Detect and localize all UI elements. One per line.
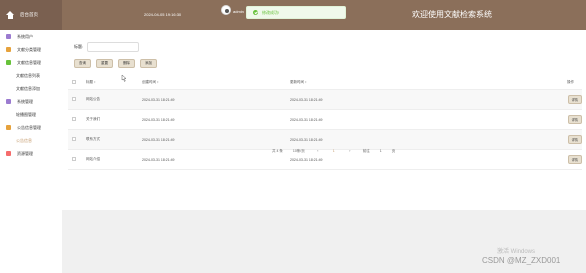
col-op: 操作 <box>567 80 574 84</box>
cell-title: 联系方式 <box>86 137 100 141</box>
pagination: 共 4 条 10条/页 ‹ 1 › 前往 1 页 <box>272 148 395 154</box>
cell-updated: 2024-03-31 18:21:49 <box>290 97 323 102</box>
cell-updated: 2024-03-31 18:21:49 <box>290 157 323 162</box>
table-header: 标题 ↕ 创建时间 ↕ 更新时间 ↕ 操作 <box>68 76 582 90</box>
row-checkbox[interactable] <box>72 137 76 141</box>
brand-label: 后台首页 <box>20 12 38 17</box>
sidebar-item-system[interactable]: 系统管理 <box>0 95 62 108</box>
cell-created: 2024-03-31 18:21:49 <box>142 117 175 122</box>
check-circle-icon <box>253 10 258 15</box>
home-link[interactable]: 后台首页 <box>0 0 62 30</box>
page-1-button[interactable]: 1 <box>331 148 337 154</box>
next-page-button[interactable]: › <box>347 148 353 154</box>
sidebar-item-literature-list[interactable]: 文献信息列表 <box>0 69 62 82</box>
detail-button[interactable]: 详情 <box>567 155 582 164</box>
row-checkbox[interactable] <box>72 117 76 121</box>
detail-button[interactable]: 详情 <box>567 95 582 104</box>
col-updated[interactable]: 更新时间 ↕ <box>290 80 499 85</box>
cell-title: 网站公告 <box>86 97 100 101</box>
action-buttons: 查询 重置 删除 添加 <box>74 59 157 68</box>
cell-updated: 2024-03-31 18:21:49 <box>290 117 323 122</box>
sidebar-item-carousel[interactable]: 轮播图管理 <box>0 108 62 121</box>
reset-button[interactable]: 重置 <box>96 59 113 68</box>
header-username[interactable]: admin <box>233 9 244 14</box>
col-title[interactable]: 标题 ↕ <box>86 80 142 85</box>
bell-icon <box>6 125 11 130</box>
csdn-watermark: CSDN @MZ_ZXD001 <box>482 256 561 265</box>
book-icon <box>6 47 11 52</box>
detail-button[interactable]: 详情 <box>567 135 582 144</box>
goto-input[interactable]: 1 <box>380 149 382 153</box>
windows-watermark: 激活 Windows <box>497 249 536 255</box>
cell-created: 2024-03-31 18:21:49 <box>142 157 175 162</box>
row-checkbox[interactable] <box>72 97 76 101</box>
home-icon <box>6 11 14 19</box>
delete-button[interactable]: 删除 <box>118 59 135 68</box>
sidebar-item-literature-add[interactable]: 文献信息添加 <box>0 82 62 95</box>
sidebar: 系统用户 文献分类管理 文献信息管理 文献信息列表 文献信息添加 系统管理 轮播… <box>0 30 62 273</box>
add-button[interactable]: 添加 <box>140 59 157 68</box>
success-toast: 修改成功! <box>246 6 346 19</box>
table-row: 联系方式 2024-03-31 18:21:49 2024-03-31 18:2… <box>68 130 582 150</box>
search-row: 标题: <box>74 42 140 52</box>
table-row: 关于我们 2024-03-31 18:21:49 2024-03-31 18:2… <box>68 110 582 130</box>
sidebar-item-category[interactable]: 文献分类管理 <box>0 43 62 56</box>
gear-icon <box>6 99 11 104</box>
page-size-select[interactable]: 10条/页 <box>293 149 305 154</box>
notice-table: 标题 ↕ 创建时间 ↕ 更新时间 ↕ 操作 网站公告 2024-03-31 18… <box>68 76 582 170</box>
sidebar-item-resources[interactable]: 资源管理 <box>0 147 62 160</box>
sidebar-item-notice-mgmt[interactable]: 公告信息管理 <box>0 121 62 134</box>
main-panel: 标题: 查询 重置 删除 添加 标题 ↕ 创建时间 ↕ 更新时间 ↕ 操作 网站… <box>62 30 586 210</box>
search-label: 标题: <box>74 44 84 49</box>
cell-created: 2024-03-31 18:21:49 <box>142 137 175 142</box>
system-title: 欢迎使用文献检索系统 <box>412 10 492 19</box>
doc-icon <box>6 60 11 65</box>
cell-updated: 2024-03-31 18:21:49 <box>290 137 323 142</box>
select-all-checkbox[interactable] <box>72 80 76 84</box>
prev-page-button[interactable]: ‹ <box>315 148 321 154</box>
cell-created: 2024-03-31 18:21:49 <box>142 97 175 102</box>
page-suffix: 页 <box>391 148 396 153</box>
col-created[interactable]: 创建时间 ↕ <box>142 80 290 85</box>
user-avatar[interactable] <box>221 5 231 15</box>
sidebar-item-notice[interactable]: 公告信息 <box>0 134 62 147</box>
sidebar-item-literature[interactable]: 文献信息管理 <box>0 56 62 69</box>
detail-button[interactable]: 详情 <box>567 115 582 124</box>
row-checkbox[interactable] <box>72 157 76 161</box>
cell-title: 关于我们 <box>86 117 100 121</box>
user-icon <box>6 34 11 39</box>
cell-title: 网站介绍 <box>86 157 100 161</box>
toast-message: 修改成功! <box>262 9 280 15</box>
header-datetime: 2024-04-05 19:16:30 <box>144 12 182 17</box>
query-button[interactable]: 查询 <box>74 59 91 68</box>
goto-label: 前往 <box>362 148 370 153</box>
sidebar-item-system-users[interactable]: 系统用户 <box>0 30 62 43</box>
title-search-input[interactable] <box>87 42 140 52</box>
total-count: 共 4 条 <box>272 148 283 153</box>
table-row: 网站公告 2024-03-31 18:21:49 2024-03-31 18:2… <box>68 90 582 110</box>
resource-icon <box>6 151 11 156</box>
